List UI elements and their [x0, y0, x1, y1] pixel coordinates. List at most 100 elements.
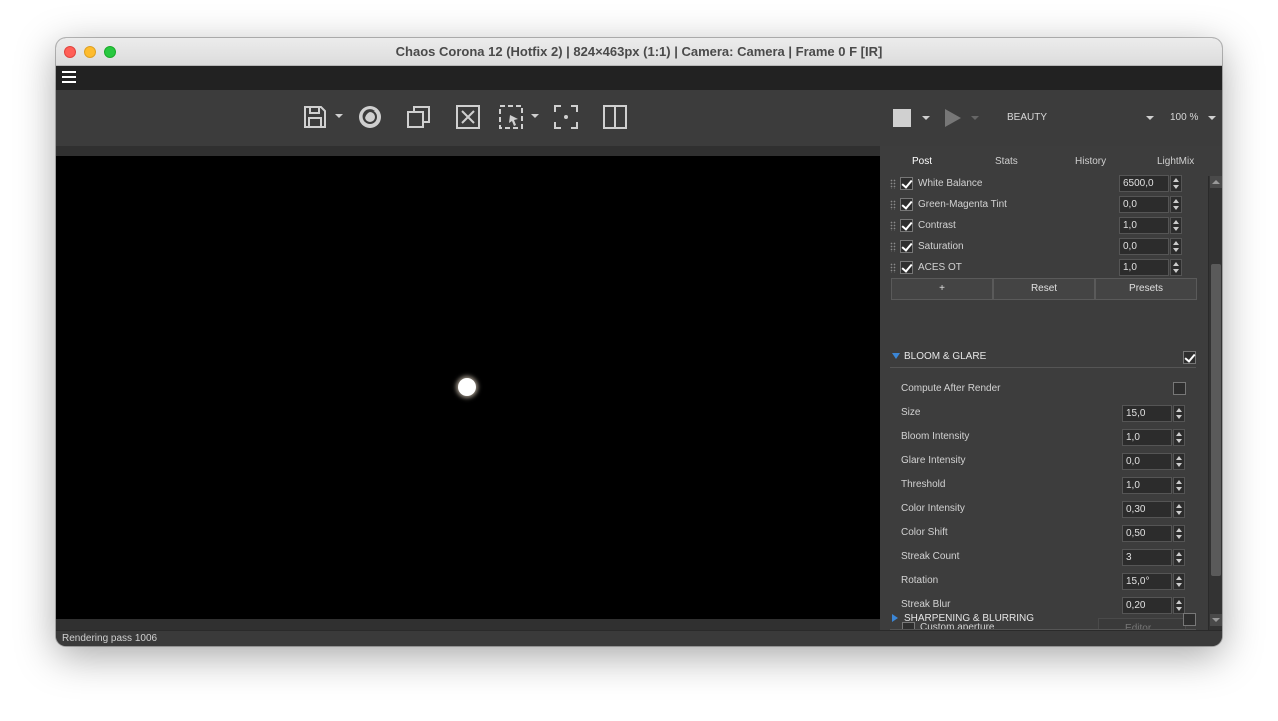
- section-title: SHARPENING & BLURRING: [904, 613, 1035, 624]
- spinner-arrows-icon[interactable]: [1173, 501, 1185, 518]
- param-label: Streak Blur: [901, 599, 951, 610]
- spinner-arrows-icon[interactable]: [1173, 525, 1185, 542]
- operator-checkbox[interactable]: [900, 261, 913, 274]
- param-label: Size: [901, 407, 921, 418]
- streak-count-input[interactable]: 3: [1122, 549, 1172, 566]
- drag-handle-icon[interactable]: [890, 221, 896, 231]
- play-icon[interactable]: [943, 108, 963, 128]
- spinner-arrows-icon[interactable]: [1170, 196, 1182, 213]
- spinner-arrows-icon[interactable]: [1170, 259, 1182, 276]
- spinner-arrows-icon[interactable]: [1173, 429, 1185, 446]
- render-element-select[interactable]: BEAUTY: [1007, 112, 1047, 123]
- region-select-icon[interactable]: [498, 104, 526, 132]
- glare-intensity-input[interactable]: 0,0: [1122, 453, 1172, 470]
- corona-render-icon[interactable]: [357, 104, 385, 132]
- menu-bar: [56, 66, 1222, 90]
- scroll-thumb[interactable]: [1211, 264, 1221, 576]
- stop-icon[interactable]: [892, 108, 912, 128]
- render-image[interactable]: [56, 156, 880, 619]
- param-label: Color Shift: [901, 527, 948, 538]
- compute-after-render-checkbox[interactable]: [1173, 382, 1186, 395]
- spinner-arrows-icon[interactable]: [1173, 549, 1185, 566]
- save-icon[interactable]: [302, 104, 330, 132]
- operator-row[interactable]: Contrast 1,0: [888, 217, 1188, 237]
- param-label: Glare Intensity: [901, 455, 966, 466]
- status-text: Rendering pass 1006: [62, 633, 158, 644]
- operator-checkbox[interactable]: [900, 177, 913, 190]
- spinner-arrows-icon[interactable]: [1173, 405, 1185, 422]
- operator-row[interactable]: Green-Magenta Tint 0,0: [888, 196, 1188, 216]
- drag-handle-icon[interactable]: [890, 263, 896, 273]
- sharpening-blurring-header[interactable]: SHARPENING & BLURRING: [890, 610, 1196, 630]
- render-viewport: [56, 146, 880, 630]
- tab-history[interactable]: History: [1075, 156, 1106, 167]
- panel-scrollbar[interactable]: [1208, 176, 1222, 630]
- operator-row[interactable]: White Balance 6500,0: [888, 175, 1188, 195]
- drag-handle-icon[interactable]: [890, 179, 896, 189]
- spinner-arrows-icon[interactable]: [1173, 477, 1185, 494]
- operator-value-input[interactable]: 0,0: [1119, 196, 1169, 213]
- compute-after-render-label: Compute After Render: [901, 383, 1001, 394]
- rotation-input[interactable]: 15,0°: [1122, 573, 1172, 590]
- spinner-arrows-icon[interactable]: [1170, 217, 1182, 234]
- size-input[interactable]: 15,0: [1122, 405, 1172, 422]
- operator-row[interactable]: ACES OT 1,0: [888, 259, 1188, 279]
- drag-handle-icon[interactable]: [890, 200, 896, 210]
- presets-button[interactable]: Presets: [1095, 278, 1197, 300]
- zoom-select[interactable]: 100 %: [1170, 112, 1198, 123]
- split-view-icon[interactable]: [602, 104, 630, 132]
- operator-label: Saturation: [918, 241, 964, 252]
- spinner-arrows-icon[interactable]: [1170, 238, 1182, 255]
- tab-lightmix[interactable]: LightMix: [1157, 156, 1194, 167]
- operator-value-input[interactable]: 0,0: [1119, 238, 1169, 255]
- collapsed-triangle-icon[interactable]: [892, 614, 898, 622]
- save-dropdown-chevron-icon[interactable]: [335, 114, 343, 118]
- scroll-up-arrow-icon[interactable]: [1210, 176, 1222, 188]
- threshold-input[interactable]: 1,0: [1122, 477, 1172, 494]
- color-intensity-input[interactable]: 0,30: [1122, 501, 1172, 518]
- tab-stats[interactable]: Stats: [995, 156, 1018, 167]
- reset-button[interactable]: Reset: [993, 278, 1095, 300]
- add-operator-button[interactable]: +: [891, 278, 993, 300]
- expand-triangle-icon[interactable]: [892, 353, 900, 359]
- sharpening-enable-checkbox[interactable]: [1183, 613, 1196, 626]
- clear-icon[interactable]: [455, 104, 483, 132]
- operator-row[interactable]: Saturation 0,0: [888, 238, 1188, 258]
- tab-post[interactable]: Post: [912, 156, 932, 167]
- operator-label: Contrast: [918, 220, 956, 231]
- spinner-arrows-icon[interactable]: [1173, 573, 1185, 590]
- region-dropdown-chevron-icon[interactable]: [531, 114, 539, 118]
- light-source-glow: [458, 378, 476, 396]
- scroll-down-arrow-icon[interactable]: [1210, 614, 1222, 626]
- operator-label: Green-Magenta Tint: [918, 199, 1007, 210]
- focus-point-icon[interactable]: [553, 104, 581, 132]
- toolbar: BEAUTY 100 %: [56, 90, 1222, 146]
- operator-label: White Balance: [918, 178, 983, 189]
- operator-label: ACES OT: [918, 262, 962, 273]
- operator-value-input[interactable]: 1,0: [1119, 259, 1169, 276]
- bloom-glare-header[interactable]: BLOOM & GLARE: [890, 348, 1196, 368]
- zoom-chevron-icon[interactable]: [1208, 116, 1216, 120]
- hamburger-menu-icon[interactable]: [62, 71, 76, 83]
- bloom-glare-enable-checkbox[interactable]: [1183, 351, 1196, 364]
- section-title: BLOOM & GLARE: [904, 351, 987, 362]
- operator-value-input[interactable]: 1,0: [1119, 217, 1169, 234]
- operator-value-input[interactable]: 6500,0: [1119, 175, 1169, 192]
- title-bar: Chaos Corona 12 (Hotfix 2) | 824×463px (…: [56, 38, 1222, 66]
- operator-checkbox[interactable]: [900, 219, 913, 232]
- play-dropdown-chevron-icon[interactable]: [971, 116, 979, 120]
- spinner-arrows-icon[interactable]: [1173, 453, 1185, 470]
- app-window: Chaos Corona 12 (Hotfix 2) | 824×463px (…: [56, 38, 1222, 646]
- spinner-arrows-icon[interactable]: [1170, 175, 1182, 192]
- param-label: Rotation: [901, 575, 939, 586]
- param-label: Color Intensity: [901, 503, 965, 514]
- operator-checkbox[interactable]: [900, 240, 913, 253]
- color-shift-input[interactable]: 0,50: [1122, 525, 1172, 542]
- render-element-chevron-icon[interactable]: [1146, 116, 1154, 120]
- param-label: Bloom Intensity: [901, 431, 970, 442]
- drag-handle-icon[interactable]: [890, 242, 896, 252]
- bloom-intensity-input[interactable]: 1,0: [1122, 429, 1172, 446]
- operator-checkbox[interactable]: [900, 198, 913, 211]
- stop-dropdown-chevron-icon[interactable]: [922, 116, 930, 120]
- copy-icon[interactable]: [406, 104, 434, 132]
